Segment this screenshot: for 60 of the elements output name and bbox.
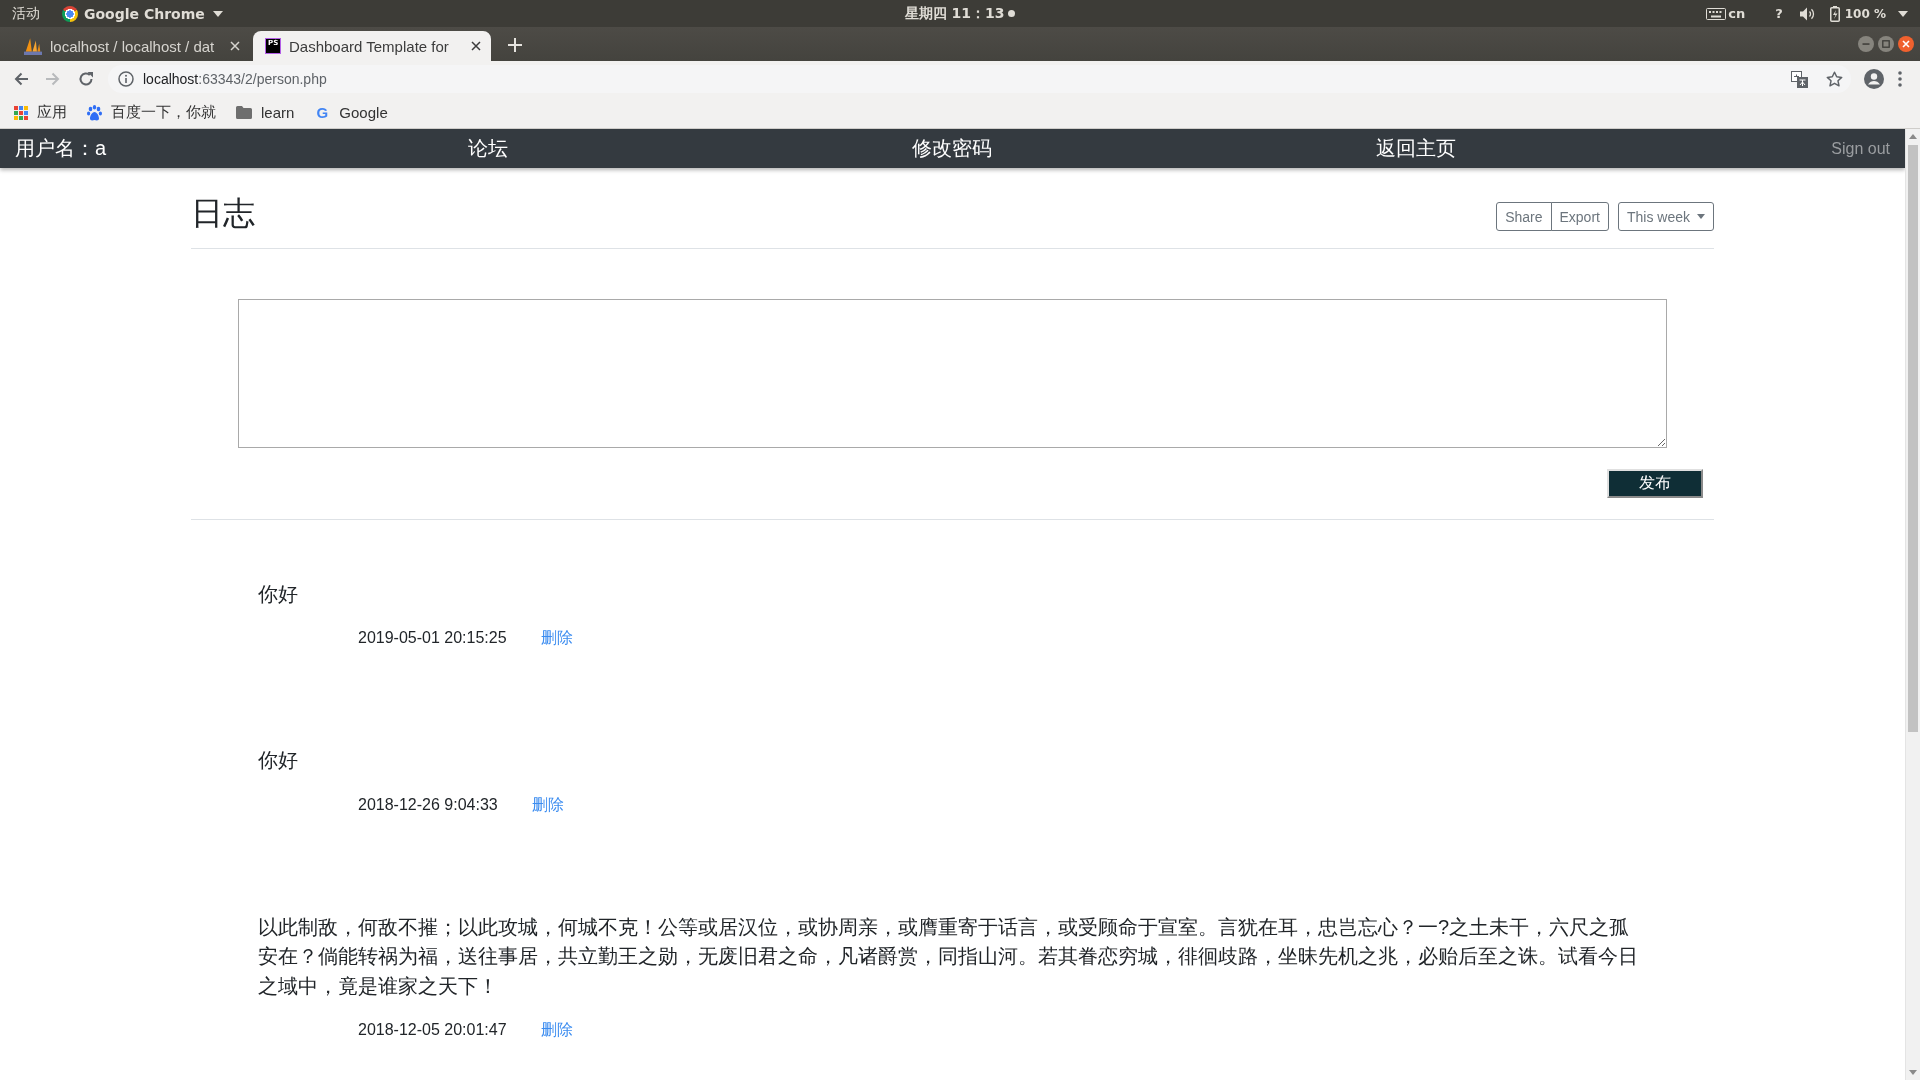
bookmark-item[interactable]: 应用 xyxy=(7,100,74,125)
bookmark-item[interactable]: G Google xyxy=(307,101,395,124)
nav-link[interactable]: 论坛 xyxy=(468,135,508,162)
caret-icon[interactable] xyxy=(1898,10,1908,17)
apps-grid-icon xyxy=(14,105,28,120)
post-text: 你好 xyxy=(258,582,298,607)
scroll-up-icon[interactable] xyxy=(1909,134,1917,139)
delete-link[interactable]: 删除 xyxy=(540,627,573,650)
nav-link[interactable]: 返回主页 xyxy=(1376,135,1456,162)
notification-dot-icon xyxy=(1008,10,1016,17)
close-window-icon[interactable] xyxy=(1898,36,1914,52)
post-timestamp: 2018-12-05 20:01:47 xyxy=(358,1020,507,1041)
browser-tab[interactable]: localhost / localhost / dat xyxy=(12,31,250,61)
battery-percent-text: 100 % xyxy=(1844,6,1886,21)
info-icon[interactable] xyxy=(118,71,134,87)
status-question-mark[interactable]: ? xyxy=(1775,6,1783,21)
scroll-down-icon[interactable] xyxy=(1909,1070,1917,1075)
battery-icon[interactable] xyxy=(1829,5,1840,22)
back-arrow-icon[interactable] xyxy=(13,71,29,87)
header-button[interactable]: Share xyxy=(1496,202,1552,231)
header-button[interactable]: Export xyxy=(1550,202,1609,231)
post-input-field[interactable] xyxy=(238,299,1667,448)
delete-link[interactable]: 删除 xyxy=(531,793,564,816)
sails-icon xyxy=(24,37,42,55)
post-timestamp: 2019-05-01 20:15:25 xyxy=(358,628,507,649)
translate-icon[interactable] xyxy=(1791,70,1808,88)
close-tab-icon[interactable] xyxy=(471,41,481,51)
post-text: 以此制敌，何敌不摧；以此攻城，何城不克！公等或居汉位，或协周亲，或膺重寄于话言，或受顾命于宣室。言犹在耳，忠岂忘心？一?之土未干，六尺之孤安在？倘能转祸为福，送往事居，共立勤王之勋，无废旧君之命，凡诸爵赏，同指山河。若其眷恋穷城，徘徊歧路，坐昧先机之兆，必贻后至之诛。试看今日之域中，竟是谁家之天下！ xyxy=(258,914,1639,999)
reload-icon[interactable] xyxy=(78,71,94,87)
menu-icon[interactable] xyxy=(1898,71,1902,87)
app-menu-button[interactable]: Google Chrome xyxy=(62,2,223,25)
letter-logo-icon: G xyxy=(314,104,331,121)
paw-icon xyxy=(87,104,102,121)
bookmark-item[interactable]: 百度一下，你就 xyxy=(80,100,223,125)
caret-icon xyxy=(212,10,223,17)
page-title: 日志 xyxy=(191,194,255,232)
post-text: 你好 xyxy=(258,748,298,774)
folder-icon xyxy=(236,106,252,119)
star-icon[interactable] xyxy=(1826,70,1843,88)
clock-button[interactable]: 星期四 11：13 xyxy=(904,2,1016,25)
post-timestamp: 2018-12-26 9:04:33 xyxy=(358,794,498,815)
delete-link[interactable]: 删除 xyxy=(540,1019,573,1042)
new-tab-plus-icon[interactable] xyxy=(508,38,522,52)
scrollbar-thumb[interactable] xyxy=(1908,145,1918,732)
nav-link[interactable]: 修改密码 xyxy=(912,135,992,162)
keyboard-icon xyxy=(1706,7,1727,20)
scrollbar[interactable] xyxy=(1905,129,1920,1080)
input-method-button[interactable]: cn xyxy=(1706,2,1746,25)
activities-button[interactable]: 活动 xyxy=(12,2,40,25)
bookmark-item[interactable]: learn xyxy=(229,101,302,124)
minimize-icon[interactable] xyxy=(1858,36,1874,52)
address-bar[interactable]: localhost:63343/2/person.php xyxy=(108,65,1851,93)
account-icon[interactable] xyxy=(1864,69,1884,89)
caret-icon xyxy=(1697,214,1705,219)
volume-icon[interactable] xyxy=(1798,6,1815,21)
week-dropdown-button[interactable]: This week xyxy=(1617,202,1714,231)
app-logo-icon xyxy=(62,5,78,22)
sign-out-link[interactable]: Sign out xyxy=(1831,139,1890,158)
publish-button[interactable]: 发布 xyxy=(1607,469,1703,498)
username-label: 用户名：a xyxy=(15,136,107,161)
